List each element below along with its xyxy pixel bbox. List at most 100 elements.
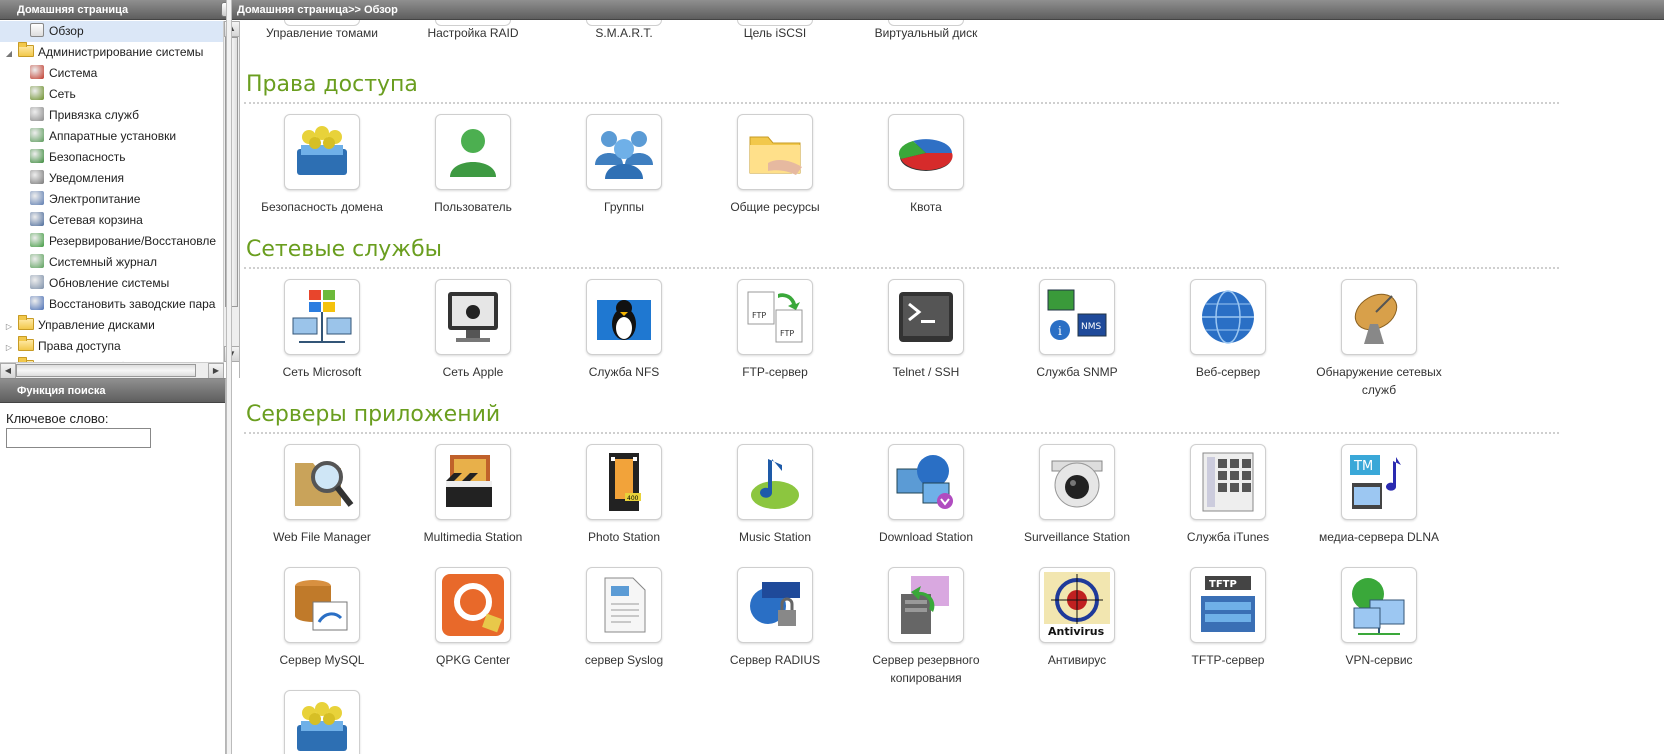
tile-label[interactable]: Служба SNMP [1001,363,1153,381]
tile-label[interactable]: Music Station [699,528,851,546]
tile-label[interactable]: Веб-сервер [1152,363,1304,381]
syslog-document-icon[interactable] [586,567,662,643]
app-tile[interactable]: Multimedia Station [397,444,549,546]
app-tile[interactable]: сервер Syslog [548,567,700,669]
file-manager-magnifier-icon[interactable] [284,444,360,520]
microsoft-network-icon[interactable] [284,279,360,355]
mysql-database-icon[interactable] [284,567,360,643]
tree-item[interactable]: Аппаратные установки [0,126,224,147]
tree-item[interactable]: Сетевая корзина [0,210,224,231]
tile-label[interactable]: Photo Station [548,528,700,546]
tile-label[interactable]: медиа-сервера DLNA [1303,528,1455,546]
tile-label[interactable]: Квота [850,198,1002,216]
tree-item[interactable]: Привязка служб [0,105,224,126]
tree-item[interactable]: Уведомления [0,168,224,189]
tile-label[interactable]: Настройка RAID [397,26,549,40]
app-tile[interactable]: FTP FTP FTP-сервер [699,279,851,381]
satellite-dish-icon[interactable] [1341,279,1417,355]
tree-expand-arrow-icon[interactable]: ▷ [4,337,14,358]
tree-item[interactable]: ▷ Права доступа [0,336,224,357]
tree-horizontal-scrollbar[interactable]: ◀ ▶ [0,362,224,378]
domain-security-icon[interactable] [284,690,360,754]
tile-label[interactable]: S.M.A.R.T. [548,26,700,40]
quota-pie-icon[interactable] [888,114,964,190]
qpkg-icon[interactable] [435,567,511,643]
tree-item[interactable]: Безопасность [0,147,224,168]
tile-label[interactable]: Сеть Microsoft [246,363,398,381]
groups-icon[interactable] [586,114,662,190]
tree-item[interactable]: ▷ Управление дисками [0,315,224,336]
app-tile[interactable]: Пользователь [397,114,549,216]
app-tile[interactable]: Download Station [850,444,1002,546]
itunes-library-icon[interactable] [1190,444,1266,520]
app-tile[interactable]: Сеть Microsoft [246,279,398,381]
tile-label[interactable]: TFTP-сервер [1152,651,1304,669]
tile-label[interactable]: Multimedia Station [397,528,549,546]
tile-label[interactable]: Сервер резервного копирования [850,651,1002,687]
tile-label[interactable]: Download Station [850,528,1002,546]
tile-label[interactable]: сервер Syslog [548,651,700,669]
scroll-right-arrow-icon[interactable]: ▶ [208,363,224,378]
user-icon[interactable] [435,114,511,190]
tile-label[interactable]: Сервер MySQL [246,651,398,669]
tile-label[interactable]: Служба iTunes [1152,528,1304,546]
tree-item[interactable]: Сеть [0,84,224,105]
app-tile[interactable]: TFTP TFTP-сервер [1152,567,1304,669]
snmp-icon[interactable]: NMS i [1039,279,1115,355]
tftp-server-icon[interactable]: TFTP [1190,567,1266,643]
app-tile[interactable]: Сервер MySQL [246,567,398,669]
tree-item[interactable]: Восстановить заводские пара [0,294,224,315]
app-tile[interactable]: Telnet / SSH [850,279,1002,381]
antivirus-target-icon[interactable]: Antivirus [1039,567,1115,643]
tile-label[interactable]: Виртуальный диск [850,26,1002,40]
tree-item[interactable]: Системный журнал [0,252,224,273]
tree-collapse-arrow-icon[interactable]: ◢ [4,43,14,64]
tree-item[interactable]: Электропитание [0,189,224,210]
app-tile[interactable]: Сервер резервного копирования [850,567,1002,687]
tree-item[interactable]: Обзор [0,21,224,42]
tile-label[interactable]: Web File Manager [246,528,398,546]
app-tile[interactable]: Music Station [699,444,851,546]
app-tile[interactable]: Общие ресурсы [699,114,851,216]
app-tile[interactable] [246,690,398,754]
tile-label[interactable]: Telnet / SSH [850,363,1002,381]
app-tile[interactable]: VPN-сервис [1303,567,1455,669]
app-tile[interactable]: Безопасность домена [246,114,398,216]
radius-lock-icon[interactable] [737,567,813,643]
tile-label[interactable]: Группы [548,198,700,216]
tile-label[interactable]: Общие ресурсы [699,198,851,216]
nfs-penguin-icon[interactable] [586,279,662,355]
tile-label[interactable]: QPKG Center [397,651,549,669]
keyword-input[interactable] [6,428,151,448]
app-tile[interactable]: Обнаружение сетевых служб [1303,279,1455,399]
dlna-media-icon[interactable]: TM [1341,444,1417,520]
tile-label[interactable]: Управление томами [246,26,398,40]
tile-label[interactable]: Служба NFS [548,363,700,381]
backup-server-icon[interactable] [888,567,964,643]
shared-folders-icon[interactable] [737,114,813,190]
app-tile[interactable]: Сервер RADIUS [699,567,851,669]
download-globe-icon[interactable] [888,444,964,520]
tree-item[interactable]: Обновление системы [0,273,224,294]
app-tile[interactable]: Служба NFS [548,279,700,381]
tile-label[interactable]: Сеть Apple [397,363,549,381]
tile-label[interactable]: Цель iSCSI [699,26,851,40]
app-tile[interactable]: 400 Photo Station [548,444,700,546]
app-tile[interactable]: Antivirus Антивирус [1001,567,1153,669]
app-tile[interactable]: NMS i Служба SNMP [1001,279,1153,381]
app-tile[interactable]: Квота [850,114,1002,216]
tile-label[interactable]: Безопасность домена [246,198,398,216]
ftp-server-icon[interactable]: FTP FTP [737,279,813,355]
tree-item[interactable]: ◢ Администрирование системы [0,42,224,63]
scroll-left-arrow-icon[interactable]: ◀ [0,363,16,378]
music-note-icon[interactable] [737,444,813,520]
vpn-globe-icon[interactable] [1341,567,1417,643]
tile-label[interactable]: Surveillance Station [1001,528,1153,546]
tile-label[interactable]: Пользователь [397,198,549,216]
domain-security-icon[interactable] [284,114,360,190]
terminal-icon[interactable] [888,279,964,355]
app-tile[interactable]: QPKG Center [397,567,549,669]
tile-label[interactable]: Антивирус [1001,651,1153,669]
app-tile[interactable]: Группы [548,114,700,216]
tree-item[interactable]: Резервирование/Восстановле [0,231,224,252]
